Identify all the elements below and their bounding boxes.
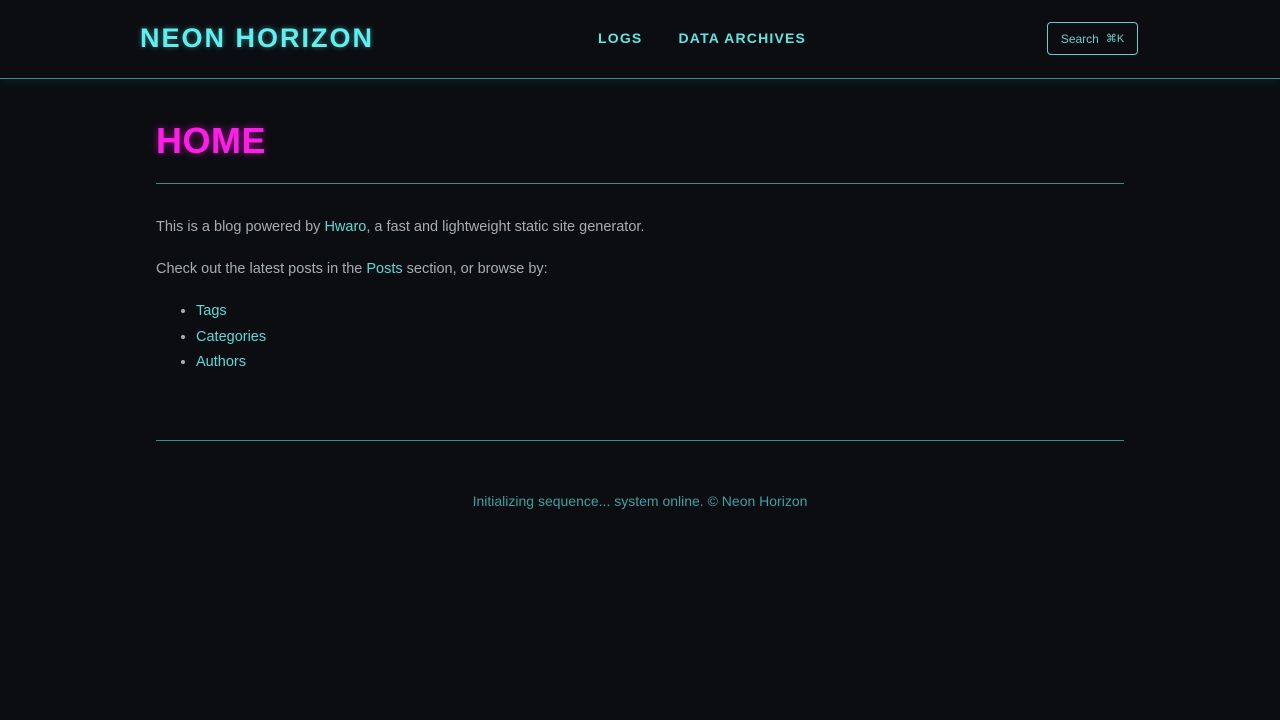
posts-link[interactable]: Posts xyxy=(366,261,402,277)
intro-text-before: This is a blog powered by xyxy=(156,219,325,235)
site-header: NEON HORIZON LOGS DATA ARCHIVES Search ⌘… xyxy=(0,0,1280,79)
search-button-label: Search xyxy=(1060,31,1099,46)
authors-link[interactable]: Authors xyxy=(196,354,246,370)
hwaro-link[interactable]: Hwaro xyxy=(324,219,366,235)
page-title: HOME xyxy=(156,120,266,161)
site-footer: Initializing sequence... system online. … xyxy=(0,492,1280,510)
footer-divider xyxy=(156,440,1124,441)
intro-text-after: , a fast and lightweight static site gen… xyxy=(366,219,645,235)
site-logo[interactable]: NEON HORIZON xyxy=(140,20,374,56)
search-button[interactable]: Search ⌘K xyxy=(1047,22,1138,55)
list-item: Tags xyxy=(196,299,1124,325)
tags-link[interactable]: Tags xyxy=(196,303,227,319)
list-item: Categories xyxy=(196,325,1124,351)
browse-paragraph: Check out the latest posts in the Posts … xyxy=(156,259,1124,279)
intro-paragraph: This is a blog powered by Hwaro, a fast … xyxy=(156,217,1124,237)
footer-text: Initializing sequence... system online. … xyxy=(472,493,808,509)
browse-text-before: Check out the latest posts in the xyxy=(156,261,367,277)
title-divider xyxy=(156,183,1124,184)
browse-text-after: section, or browse by: xyxy=(402,261,548,277)
main-content: HOME This is a blog powered by Hwaro, a … xyxy=(156,110,1124,376)
keyboard-shortcut-hint: ⌘K xyxy=(1105,33,1125,45)
nav-item-data-archives[interactable]: DATA ARCHIVES xyxy=(678,29,806,47)
browse-list: Tags Categories Authors xyxy=(156,299,1124,376)
list-item: Authors xyxy=(196,350,1124,376)
nav-item-logs[interactable]: LOGS xyxy=(598,29,642,47)
categories-link[interactable]: Categories xyxy=(196,329,266,345)
main-nav: LOGS DATA ARCHIVES xyxy=(598,29,806,47)
